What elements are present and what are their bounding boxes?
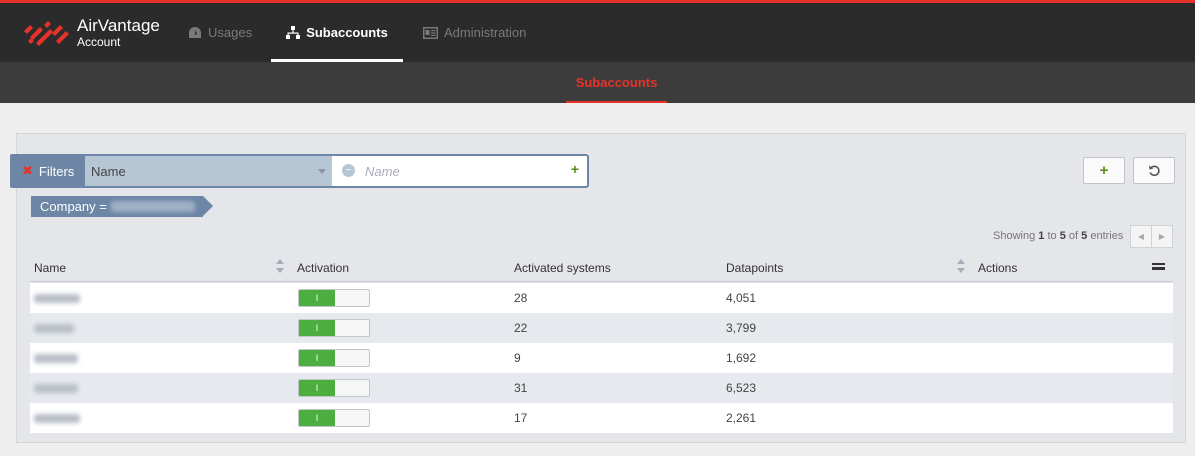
nav-usages-label: Usages bbox=[208, 25, 253, 40]
filter-field-select[interactable]: Name bbox=[85, 156, 332, 186]
add-subaccount-button[interactable]: + bbox=[1083, 157, 1125, 184]
activated-systems-cell: 28 bbox=[514, 291, 528, 305]
datapoints-cell: 3,799 bbox=[726, 321, 757, 335]
active-filter-chip[interactable]: Company = bbox=[31, 196, 213, 217]
pagination-info: Showing 1 to 5 of 5 entries bbox=[993, 230, 1123, 242]
table-row[interactable]: I 9 1,692 bbox=[30, 343, 1173, 373]
table-row[interactable]: I 31 6,523 bbox=[30, 373, 1173, 403]
column-header-actions: Actions bbox=[978, 261, 1018, 275]
datapoints-cell: 6,523 bbox=[726, 381, 757, 395]
toggle-on-label: I bbox=[299, 320, 335, 336]
column-header-datapoints[interactable]: Datapoints bbox=[726, 254, 783, 282]
filter-field-value: Name bbox=[91, 163, 126, 179]
column-header-activation[interactable]: Activation bbox=[297, 254, 349, 282]
pager: ◀ ▶ bbox=[1130, 225, 1173, 248]
brand-name: AirVantage bbox=[77, 16, 160, 35]
column-menu-icon[interactable] bbox=[1152, 263, 1165, 270]
pagination-to: 5 bbox=[1059, 230, 1066, 242]
toggle-on-label: I bbox=[299, 410, 335, 426]
clear-filters-icon[interactable]: ✖ bbox=[22, 163, 33, 179]
nav-subaccounts-label: Subaccounts bbox=[306, 25, 388, 40]
table-row[interactable]: I 17 2,261 bbox=[30, 403, 1173, 433]
airvantage-logo[interactable] bbox=[22, 17, 70, 47]
pagination-suffix: entries bbox=[1090, 230, 1124, 242]
activated-systems-cell: 17 bbox=[514, 411, 528, 425]
redacted-company-value bbox=[110, 201, 195, 212]
dashboard-icon bbox=[189, 26, 201, 38]
nav-usages[interactable]: Usages bbox=[188, 3, 252, 62]
sort-icon[interactable] bbox=[957, 259, 966, 277]
toggle-on-label: I bbox=[299, 350, 335, 366]
top-navigation-bar: AirVantage Account Usages Subaccounts Ad… bbox=[0, 0, 1195, 62]
activation-toggle[interactable]: I bbox=[298, 289, 370, 307]
datapoints-cell: 4,051 bbox=[726, 291, 757, 305]
sub-navigation-bar: Subaccounts bbox=[0, 62, 1195, 103]
subaccount-name[interactable] bbox=[34, 313, 74, 343]
pagination-total: 5 bbox=[1081, 230, 1088, 242]
nav-subaccounts[interactable]: Subaccounts bbox=[271, 3, 403, 62]
column-header-name[interactable]: Name bbox=[34, 254, 66, 282]
table-row[interactable]: I 28 4,051 bbox=[30, 283, 1173, 313]
activation-toggle[interactable]: I bbox=[298, 409, 370, 427]
tab-subaccounts-label: Subaccounts bbox=[575, 75, 658, 90]
activation-toggle[interactable]: I bbox=[298, 319, 370, 337]
subaccount-name[interactable] bbox=[34, 343, 78, 373]
filters-toggle[interactable]: ✖ Filters bbox=[10, 154, 84, 188]
table-body: I 28 4,051 I 22 3,799 I 9 1,692 I 31 6,5… bbox=[30, 283, 1173, 433]
toggle-on-label: I bbox=[299, 380, 335, 396]
hierarchy-icon bbox=[286, 26, 301, 39]
activated-systems-cell: 31 bbox=[514, 381, 528, 395]
filter-chip-label: Company = bbox=[40, 199, 107, 214]
redacted-name bbox=[34, 383, 78, 393]
subaccount-name[interactable] bbox=[34, 403, 80, 433]
table-row[interactable]: I 22 3,799 bbox=[30, 313, 1173, 343]
pagination-to-word: to bbox=[1047, 230, 1057, 242]
refresh-button[interactable] bbox=[1133, 157, 1175, 184]
activated-systems-cell: 9 bbox=[514, 351, 521, 365]
pagination-from: 1 bbox=[1038, 230, 1045, 242]
tab-subaccounts[interactable]: Subaccounts bbox=[566, 62, 667, 103]
operator-icon[interactable]: ~ bbox=[342, 164, 355, 177]
subaccount-name[interactable] bbox=[34, 283, 80, 313]
brand-subtitle: Account bbox=[77, 35, 121, 49]
subaccount-name[interactable] bbox=[34, 373, 78, 403]
column-header-activated-systems[interactable]: Activated systems bbox=[514, 254, 611, 282]
table-header: Name Activation Activated systems Datapo… bbox=[30, 254, 1173, 282]
sort-icon[interactable] bbox=[276, 259, 285, 277]
brand-title: AirVantage Account bbox=[77, 17, 160, 48]
previous-page-icon[interactable]: ◀ bbox=[1131, 226, 1152, 247]
next-page-icon[interactable]: ▶ bbox=[1152, 226, 1172, 247]
redacted-name bbox=[34, 353, 78, 363]
activation-toggle[interactable]: I bbox=[298, 349, 370, 367]
redacted-name bbox=[34, 323, 74, 333]
filter-value-input[interactable] bbox=[365, 158, 555, 184]
pagination-of-word: of bbox=[1068, 230, 1079, 242]
activation-toggle[interactable]: I bbox=[298, 379, 370, 397]
filters-label: Filters bbox=[38, 163, 75, 179]
activated-systems-cell: 22 bbox=[514, 321, 528, 335]
nav-administration[interactable]: Administration bbox=[423, 3, 526, 62]
refresh-icon bbox=[1148, 165, 1160, 177]
active-tab-underline bbox=[566, 101, 667, 103]
filter-bar: ✖ Filters Name ~ + bbox=[10, 154, 589, 188]
redacted-name bbox=[34, 413, 80, 423]
add-filter-icon[interactable]: + bbox=[571, 161, 579, 177]
nav-administration-label: Administration bbox=[444, 25, 527, 40]
pagination-prefix: Showing bbox=[993, 230, 1036, 242]
toggle-on-label: I bbox=[299, 290, 335, 306]
filter-editor: Name ~ + bbox=[83, 154, 589, 188]
chevron-down-icon bbox=[318, 169, 326, 174]
datapoints-cell: 1,692 bbox=[726, 351, 757, 365]
redacted-name bbox=[34, 293, 80, 303]
datapoints-cell: 2,261 bbox=[726, 411, 757, 425]
id-card-icon bbox=[423, 26, 438, 39]
plus-icon: + bbox=[1099, 162, 1109, 179]
